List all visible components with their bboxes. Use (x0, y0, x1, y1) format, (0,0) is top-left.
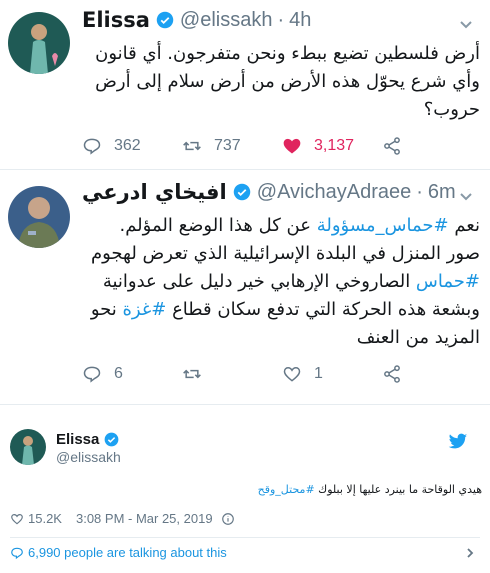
hashtag-link[interactable]: #غزة (122, 299, 166, 320)
embed-text: هيدي الوقاحة ما بينرد عليها إلا ببلوك #م… (10, 481, 482, 499)
separator-dot: · (416, 180, 423, 203)
divider (10, 537, 480, 538)
reply-button[interactable]: 6 (82, 364, 182, 384)
embed-header: Elissa (56, 431, 119, 448)
tweet-text-line: نعم #حماس_مسؤولة عن كل هذا الوضع المؤلم. (82, 212, 480, 240)
conversation-link[interactable]: 6,990 people are talking about this (10, 545, 480, 560)
tweet-text-line: حروب؟ (423, 99, 480, 120)
text-segment: الصاروخي الإرهابي خير دليل على عدوانية (102, 271, 416, 292)
tweet-text: نعم #حماس_مسؤولة عن كل هذا الوضع المؤلم.… (82, 212, 480, 352)
tweet-text: أرض فلسطين تضيع ببطء ونحن متفرجون. أي قا… (82, 40, 480, 124)
hashtag-link[interactable]: #حماس_مسؤولة (317, 215, 449, 236)
like-count: 1 (314, 365, 323, 382)
heart-icon (283, 366, 301, 382)
heart-filled-icon (283, 138, 301, 154)
tweet-actions: 6 1 (82, 362, 482, 386)
retweet-icon (183, 369, 201, 379)
timestamp[interactable]: 6m (428, 181, 456, 204)
reply-count: 362 (114, 137, 141, 154)
text-segment: نحو (90, 299, 123, 320)
speech-bubble-icon (11, 547, 23, 559)
like-button[interactable]: 3,137 (282, 136, 382, 156)
tweet-text-line: وبشعة هذه الحركة التي تدفع سكان قطاع #غز… (82, 296, 480, 324)
avatar[interactable] (8, 186, 70, 248)
handle[interactable]: @elissakh (180, 9, 273, 32)
share-icon (384, 137, 400, 155)
text-segment: وبشعة هذه الحركة التي تدفع سكان قطاع (166, 299, 480, 320)
info-icon[interactable] (221, 512, 235, 526)
like-button[interactable]: 1 (282, 364, 382, 384)
display-name[interactable]: افيخاي ادرعي (82, 180, 227, 204)
retweet-button[interactable]: 737 (182, 136, 282, 156)
like-count: 3,137 (314, 137, 355, 154)
tweet-text-line: #حماس الصاروخي الإرهابي خير دليل على عدو… (82, 268, 480, 296)
tweet-actions: 362 737 3,137 (82, 134, 482, 158)
timestamp[interactable]: 3:08 PM - Mar 25, 2019 (76, 511, 213, 526)
like-count: 15.2K (28, 511, 62, 526)
hashtag-link[interactable]: #حماس (416, 271, 480, 292)
reply-icon (83, 366, 101, 383)
tweet-header: افيخاي ادرعي @AvichayAdraee · 6m (82, 180, 456, 204)
tweet-text-line: صور المنزل في البلدة الإسرائيلية الذي تع… (90, 243, 480, 264)
twitter-bird-icon[interactable] (448, 433, 468, 451)
tweet-text-line: وأي شرع يحوّل هذه الأرض من أرض سلام إلى … (95, 71, 480, 92)
embedded-tweet[interactable]: Elissa @elissakh هيدي الوقاحة ما بينرد ع… (0, 404, 490, 573)
heart-icon[interactable] (10, 512, 24, 526)
display-name[interactable]: Elissa (82, 8, 150, 32)
share-button[interactable] (382, 364, 482, 384)
text-segment: نعم (448, 215, 480, 236)
tweet-text-line: أرض فلسطين تضيع ببطء ونحن متفرجون. أي قا… (95, 43, 480, 64)
embed-meta: 15.2K 3:08 PM - Mar 25, 2019 (10, 511, 239, 526)
hashtag-link[interactable]: #محتل_وقح (258, 483, 315, 496)
avatar[interactable] (8, 12, 70, 74)
text-segment: عن كل هذا الوضع المؤلم. (119, 215, 317, 236)
tweet-text-line: المزيد من العنف (356, 327, 480, 348)
reply-button[interactable]: 362 (82, 136, 182, 156)
handle[interactable]: @elissakh (56, 449, 121, 465)
verified-icon (233, 183, 251, 201)
share-button[interactable] (382, 136, 482, 156)
tweet-header: Elissa @elissakh · 4h (82, 8, 311, 32)
retweet-button[interactable] (182, 364, 282, 384)
verified-icon (105, 432, 119, 447)
reply-count: 6 (114, 365, 123, 382)
text-segment: هيدي الوقاحة ما بينرد عليها إلا ببلوك (314, 483, 482, 496)
display-name[interactable]: Elissa (56, 431, 99, 448)
chevron-down-icon[interactable] (458, 188, 474, 204)
retweet-count: 737 (214, 137, 241, 154)
conversation-text: 6,990 people are talking about this (28, 545, 227, 560)
chevron-right-icon (467, 547, 474, 558)
handle[interactable]: @AvichayAdraee (257, 181, 411, 204)
retweet-icon (183, 141, 201, 151)
separator-dot: · (277, 8, 285, 31)
reply-icon (83, 138, 101, 155)
verified-icon (156, 11, 174, 29)
timestamp[interactable]: 4h (289, 9, 311, 32)
avatar[interactable] (10, 429, 46, 465)
chevron-down-icon[interactable] (458, 16, 474, 32)
share-icon (384, 365, 400, 383)
